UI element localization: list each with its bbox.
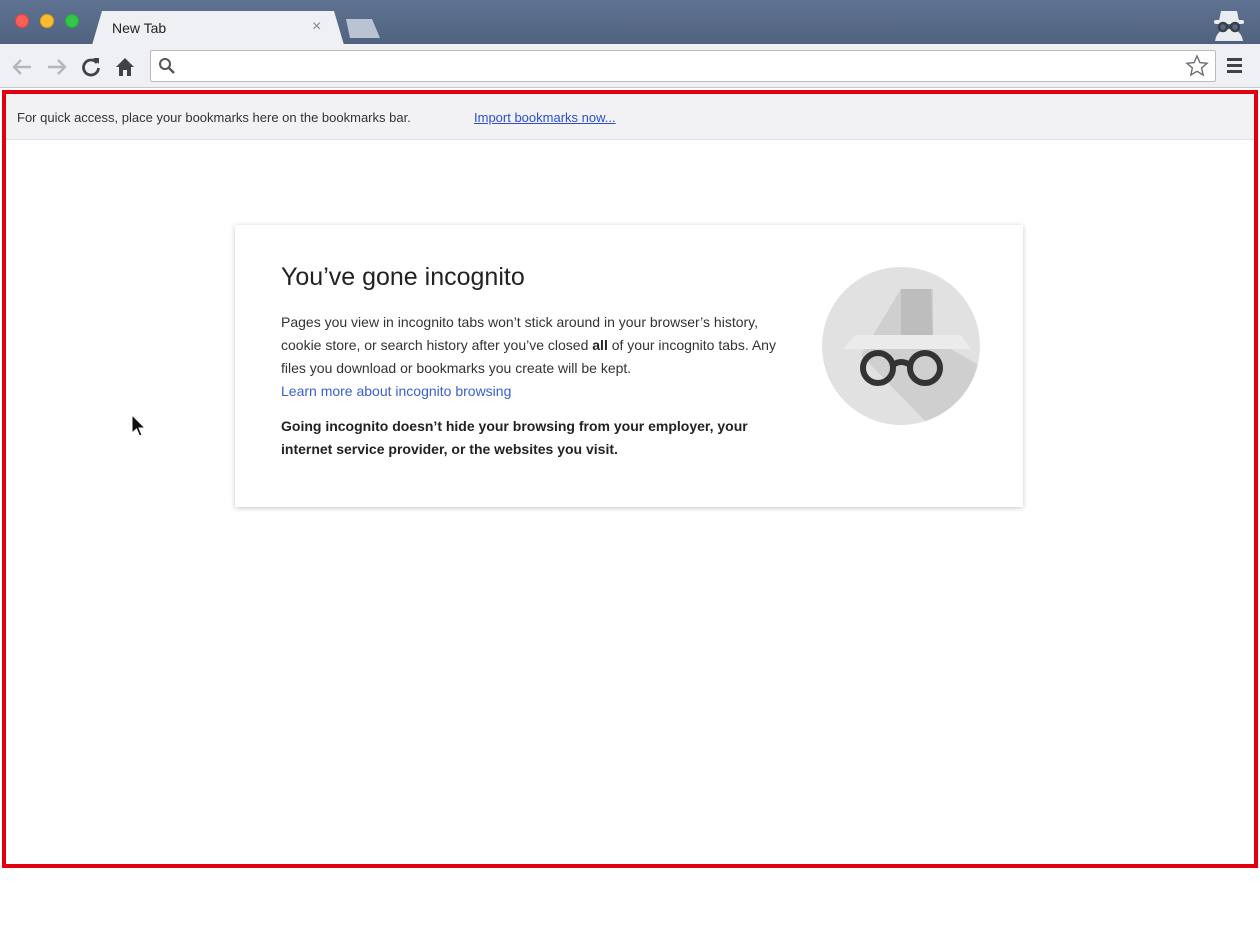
reload-icon bbox=[82, 58, 100, 77]
star-icon[interactable] bbox=[1185, 54, 1209, 78]
incognito-warning: Going incognito doesn’t hide your browsi… bbox=[281, 418, 748, 457]
search-icon bbox=[159, 58, 175, 74]
learn-more-link[interactable]: Learn more about incognito browsing bbox=[281, 383, 511, 399]
forward-button[interactable] bbox=[44, 54, 70, 80]
description-bold-all: all bbox=[592, 337, 608, 353]
minimize-window-button[interactable] bbox=[40, 14, 54, 28]
close-window-button[interactable] bbox=[15, 14, 29, 28]
reload-button[interactable] bbox=[78, 54, 104, 80]
forward-icon bbox=[48, 59, 67, 75]
bookmarks-bar: For quick access, place your bookmarks h… bbox=[6, 94, 1254, 140]
mouse-cursor-icon bbox=[131, 413, 147, 443]
omnibox-input[interactable] bbox=[183, 55, 1173, 77]
back-button[interactable] bbox=[9, 54, 35, 80]
zoom-window-button[interactable] bbox=[65, 14, 79, 28]
window-titlebar: New Tab × bbox=[0, 0, 1260, 45]
import-bookmarks-link[interactable]: Import bookmarks now... bbox=[474, 110, 616, 125]
incognito-title: You’ve gone incognito bbox=[281, 263, 525, 291]
browser-toolbar bbox=[0, 44, 1260, 88]
incognito-description: Pages you view in incognito tabs won’t s… bbox=[281, 311, 801, 403]
home-icon bbox=[116, 58, 134, 76]
incognito-info-card: You’ve gone incognito Pages you view in … bbox=[235, 225, 1023, 507]
tab-new-tab[interactable]: New Tab × bbox=[92, 11, 344, 45]
content-area-highlight: For quick access, place your bookmarks h… bbox=[2, 90, 1258, 868]
menu-icon[interactable] bbox=[1226, 56, 1244, 79]
tab-title: New Tab bbox=[112, 20, 167, 36]
back-icon bbox=[12, 59, 31, 75]
new-tab-button[interactable] bbox=[346, 19, 380, 38]
home-button[interactable] bbox=[112, 54, 138, 80]
omnibox[interactable] bbox=[150, 50, 1216, 82]
bookmarks-bar-hint: For quick access, place your bookmarks h… bbox=[17, 110, 411, 125]
tab-close-icon[interactable]: × bbox=[312, 18, 321, 36]
incognito-spy-icon bbox=[821, 265, 981, 427]
incognito-avatar-icon[interactable] bbox=[1209, 5, 1249, 41]
